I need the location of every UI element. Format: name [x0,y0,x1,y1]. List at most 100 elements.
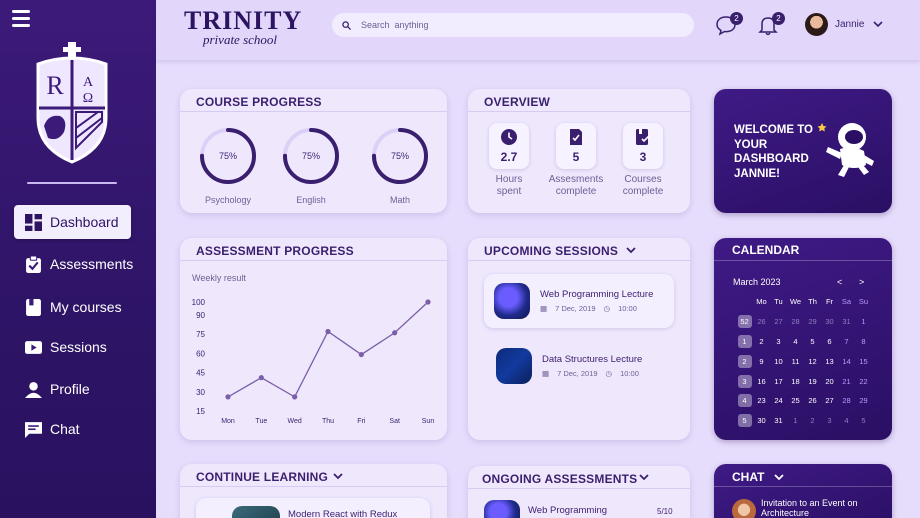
weekday-header: Su [858,297,869,307]
course-ring-psychology[interactable]: 75% Psychology [193,126,263,205]
calendar-day[interactable]: 29 [855,391,872,411]
calendar-day[interactable]: 16 [753,371,770,391]
calendar-day[interactable]: 2 [753,332,770,352]
card-divider [468,488,690,489]
user-avatar[interactable] [805,13,828,36]
calendar-day[interactable]: 4 [838,411,855,431]
calendar-day[interactable]: 28 [787,312,804,332]
clock-icon [501,129,517,145]
calendar-day[interactable]: 31 [838,312,855,332]
calendar-day[interactable]: 25 [787,391,804,411]
search-bar[interactable] [332,13,694,37]
calendar-day[interactable]: 1 [787,411,804,431]
calendar-day[interactable]: 12 [804,351,821,371]
calendar-day[interactable]: 19 [804,371,821,391]
calendar-day[interactable]: 28 [838,391,855,411]
x-tick-label: Tue [255,418,267,425]
book-icon [26,298,41,316]
course-progress-card: COURSE PROGRESS 75% Psychology 75% Engli… [180,89,447,213]
calendar-day[interactable]: 14 [838,351,855,371]
search-input[interactable] [361,20,661,30]
messages-button[interactable]: 2 [715,12,743,38]
sidebar-item-my-courses[interactable]: My courses [14,290,131,324]
calendar-day[interactable]: 7 [838,332,855,352]
assessment-title[interactable]: Web Programming [528,505,607,516]
calendar-day[interactable]: 18 [787,371,804,391]
calendar-day[interactable]: 6 [821,332,838,352]
y-tick-label: 30 [196,388,205,397]
calendar-day[interactable]: 15 [855,351,872,371]
calendar-month: March 2023 [733,277,781,287]
calendar-day[interactable]: 31 [770,411,787,431]
chat-avatar[interactable] [732,499,756,518]
progress-ring: 75% [372,128,428,184]
calendar-day[interactable]: 30 [753,411,770,431]
calendar-day[interactable]: 3 [770,332,787,352]
calendar-day[interactable]: 27 [821,391,838,411]
calendar-icon: ▦ [540,304,548,313]
overview-courses[interactable]: 3 Courses complete [607,123,679,198]
calendar-day[interactable]: 1 [855,312,872,332]
chevron-down-icon[interactable] [332,471,344,481]
data-point[interactable] [358,351,364,358]
data-point[interactable] [292,394,298,400]
calendar-day[interactable]: 8 [855,332,872,352]
overview-assessments[interactable]: 5 Assesments complete [540,123,612,198]
chat-message[interactable]: Invitation to an Event on Architecture [761,498,876,518]
calendar-day[interactable]: 5 [804,332,821,352]
overview-hours[interactable]: 2.7 Hours spent [473,123,545,198]
calendar-day[interactable]: 3 [821,411,838,431]
calendar-day[interactable]: 4 [787,332,804,352]
calendar-day[interactable]: 9 [753,351,770,371]
chat-card: CHAT Invitation to an Event on Architect… [714,464,892,518]
menu-icon[interactable] [12,10,30,28]
calendar-day[interactable]: 11 [787,351,804,371]
assessment-progress: 5/10 [657,507,673,516]
calendar-day[interactable]: 27 [770,312,787,332]
calendar-day[interactable]: 10 [770,351,787,371]
week-number-cell: 3 [737,374,752,388]
calendar-day[interactable]: 29 [804,312,821,332]
calendar-day[interactable]: 23 [753,391,770,411]
sidebar-item-profile[interactable]: Profile [14,372,131,406]
notifications-button[interactable]: 2 [757,12,785,38]
data-point[interactable] [392,330,398,336]
calendar-day[interactable]: 22 [855,371,872,391]
course-ring-english[interactable]: 75% English [276,126,346,205]
overview-card: OVERVIEW 2.7 Hours spent 5 Assesments co… [468,89,690,213]
session-item[interactable]: Data Structures Lecture ▦ 7 Dec, 2019 ◷ 10… [486,339,676,393]
course-item[interactable]: Modern React with Redux [196,498,430,518]
data-point[interactable] [225,394,231,400]
chevron-down-icon[interactable] [872,18,884,30]
calendar-day[interactable]: 26 [753,312,770,332]
calendar-day[interactable]: 17 [770,371,787,391]
data-point[interactable] [425,299,431,305]
calendar-day[interactable]: 20 [821,371,838,391]
calendar-day[interactable]: 26 [804,391,821,411]
chevron-down-icon[interactable] [625,245,637,255]
chevron-down-icon[interactable] [638,472,650,482]
calendar-next-button[interactable]: > [859,277,864,287]
sidebar-item-assessments[interactable]: Assessments [14,247,133,281]
top-header: TRINITY private school 2 2 Jannie [156,0,920,60]
sidebar-item-dashboard[interactable]: Dashboard [14,205,131,239]
data-point[interactable] [325,328,331,335]
session-item[interactable]: Web Programming Lecture ▦ 7 Dec, 2019 ◷ 10… [484,274,674,328]
calendar-prev-button[interactable]: < [837,277,842,287]
calendar-day[interactable]: 5 [855,411,872,431]
calendar-day[interactable]: 2 [804,411,821,431]
calendar-day[interactable]: 30 [821,312,838,332]
svg-text:R: R [46,71,64,100]
card-divider [714,486,892,487]
data-point[interactable] [258,375,264,381]
course-ring-math[interactable]: 75% Math [365,126,435,205]
sidebar-item-chat[interactable]: Chat [14,412,131,446]
clock-icon: ◷ [605,369,613,378]
sidebar-item-sessions[interactable]: Sessions [14,330,131,364]
calendar-day[interactable]: 21 [838,371,855,391]
user-name[interactable]: Jannie [835,19,864,30]
chevron-down-icon[interactable] [773,472,785,482]
calendar-day[interactable]: 13 [821,351,838,371]
sidebar-divider [27,182,117,184]
calendar-day[interactable]: 24 [770,391,787,411]
